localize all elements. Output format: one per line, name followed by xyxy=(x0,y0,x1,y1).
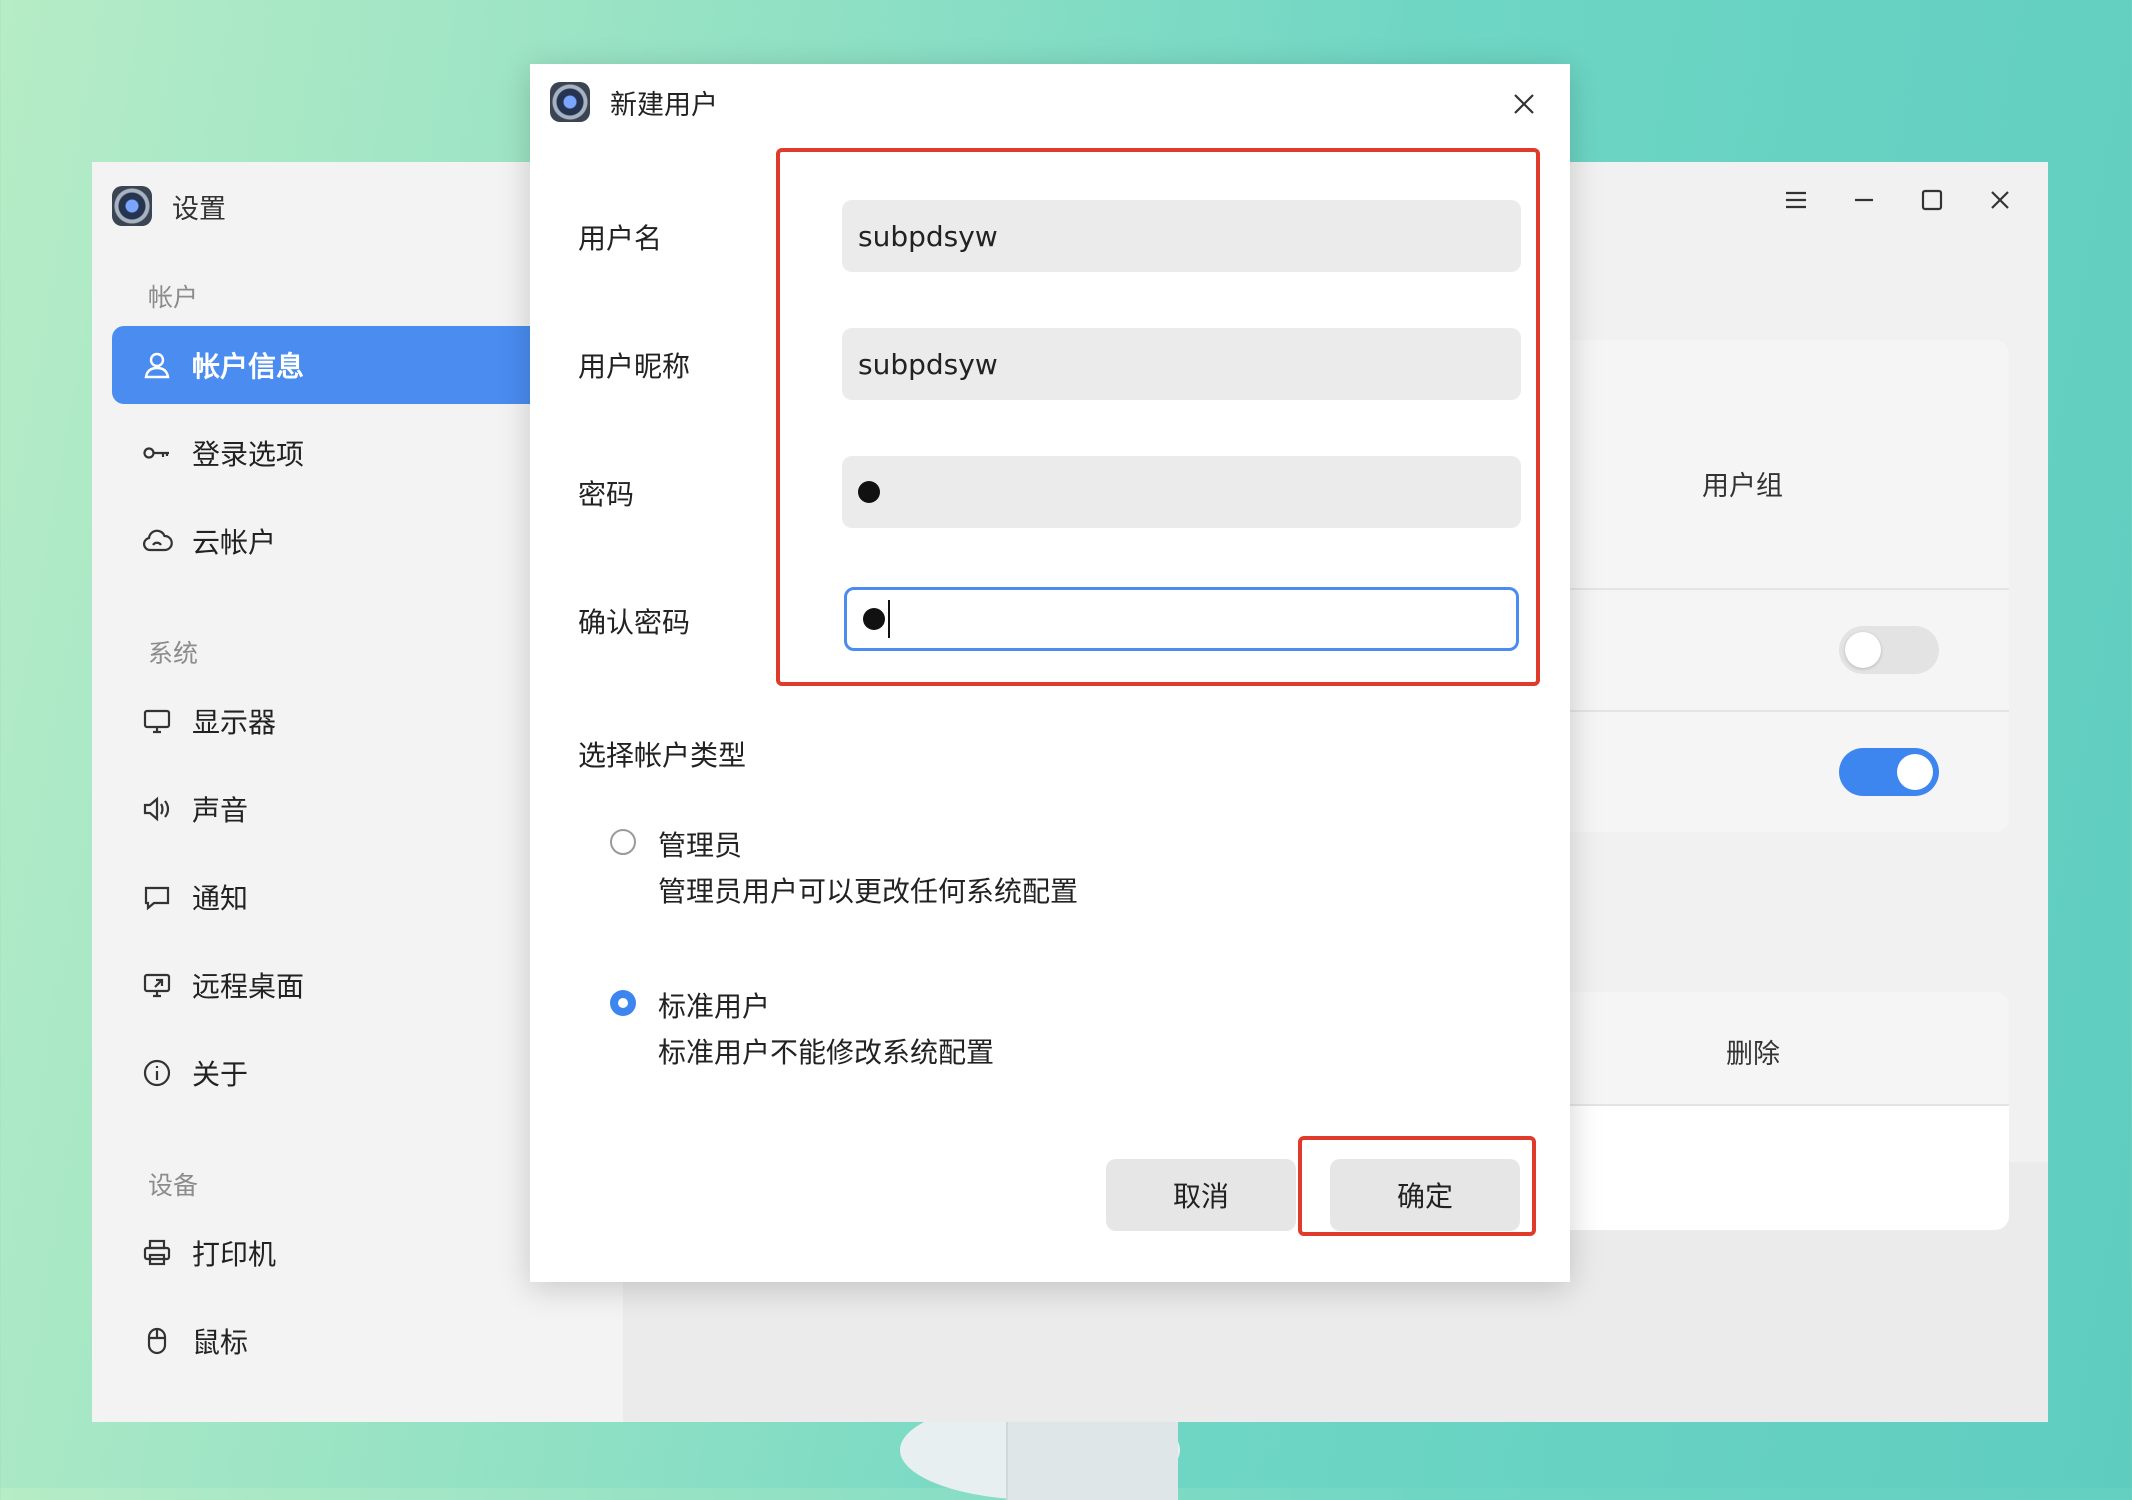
sidebar-item-label: 声音 xyxy=(192,794,249,827)
dialog-title: 新建用户 xyxy=(610,89,718,121)
app-title: 设置 xyxy=(172,193,226,225)
fields-highlight-box xyxy=(776,148,1540,686)
speaker-icon xyxy=(140,792,174,826)
window-controls xyxy=(1778,182,2018,218)
standard-description: 标准用户不能修改系统配置 xyxy=(658,1036,995,1069)
toggle-switch-on[interactable] xyxy=(1839,748,1939,796)
tab-user-group[interactable]: 用户组 xyxy=(1702,464,1783,503)
sidebar-item-label: 帐户信息 xyxy=(192,350,305,383)
toggle-switch-off[interactable] xyxy=(1839,626,1939,674)
key-icon xyxy=(140,436,174,470)
printer-icon xyxy=(140,1236,174,1270)
section-device: 设备 xyxy=(148,1171,199,1200)
sidebar-item-mouse[interactable]: 鼠标 xyxy=(112,1302,623,1380)
maximize-icon xyxy=(1921,189,1943,211)
close-window-button[interactable] xyxy=(1982,182,2018,218)
dialog-close-button[interactable] xyxy=(1504,84,1544,124)
section-system: 系统 xyxy=(148,639,199,668)
cancel-button[interactable]: 取消 xyxy=(1106,1159,1296,1231)
app-header: 设置 xyxy=(112,186,226,226)
sidebar-item-label: 云帐户 xyxy=(192,526,277,559)
confirm-password-label: 确认密码 xyxy=(578,606,691,639)
hamburger-icon xyxy=(1786,191,1806,209)
sidebar-item-label: 关于 xyxy=(192,1058,249,1091)
toggle-knob xyxy=(1845,632,1881,668)
toggle-knob xyxy=(1897,754,1933,790)
settings-app-icon xyxy=(550,82,590,122)
sidebar-item-label: 打印机 xyxy=(192,1238,277,1271)
info-icon xyxy=(140,1056,174,1090)
username-label: 用户名 xyxy=(578,222,663,255)
close-icon xyxy=(1514,94,1534,114)
remote-desktop-icon xyxy=(140,968,174,1002)
monitor-stand-neck xyxy=(1006,1410,1178,1500)
sidebar-item-label: 登录选项 xyxy=(192,438,305,471)
radio-admin[interactable] xyxy=(610,829,636,855)
admin-description: 管理员用户可以更改任何系统配置 xyxy=(658,875,1079,908)
mouse-icon xyxy=(140,1324,174,1358)
dialog-header: 新建用户 xyxy=(550,82,718,122)
column-delete: 删除 xyxy=(1726,1039,1780,1070)
maximize-button[interactable] xyxy=(1914,182,1950,218)
account-type-title: 选择帐户类型 xyxy=(578,739,747,772)
monitor-icon xyxy=(140,704,174,738)
radio-standard[interactable] xyxy=(610,990,636,1016)
user-icon xyxy=(140,348,174,382)
close-icon xyxy=(1991,191,2009,209)
ok-highlight-box xyxy=(1298,1136,1536,1236)
sidebar-item-label: 显示器 xyxy=(192,706,277,739)
message-icon xyxy=(140,880,174,914)
standard-label: 标准用户 xyxy=(658,990,771,1023)
admin-label: 管理员 xyxy=(658,829,743,862)
cloud-icon xyxy=(140,524,174,558)
menu-button[interactable] xyxy=(1778,182,1814,218)
sidebar-item-label: 远程桌面 xyxy=(192,970,305,1003)
password-label: 密码 xyxy=(578,478,635,511)
minimize-icon xyxy=(1855,198,1873,202)
section-account: 帐户 xyxy=(148,283,199,312)
sidebar-item-label: 通知 xyxy=(192,882,249,915)
settings-app-icon xyxy=(112,186,152,226)
nickname-label: 用户昵称 xyxy=(578,350,691,383)
minimize-button[interactable] xyxy=(1846,182,1882,218)
new-user-dialog: 新建用户 用户名 subpdsyw 用户昵称 subpdsyw 密码 确认密码 … xyxy=(530,64,1570,1282)
sidebar-item-label: 鼠标 xyxy=(192,1326,249,1359)
